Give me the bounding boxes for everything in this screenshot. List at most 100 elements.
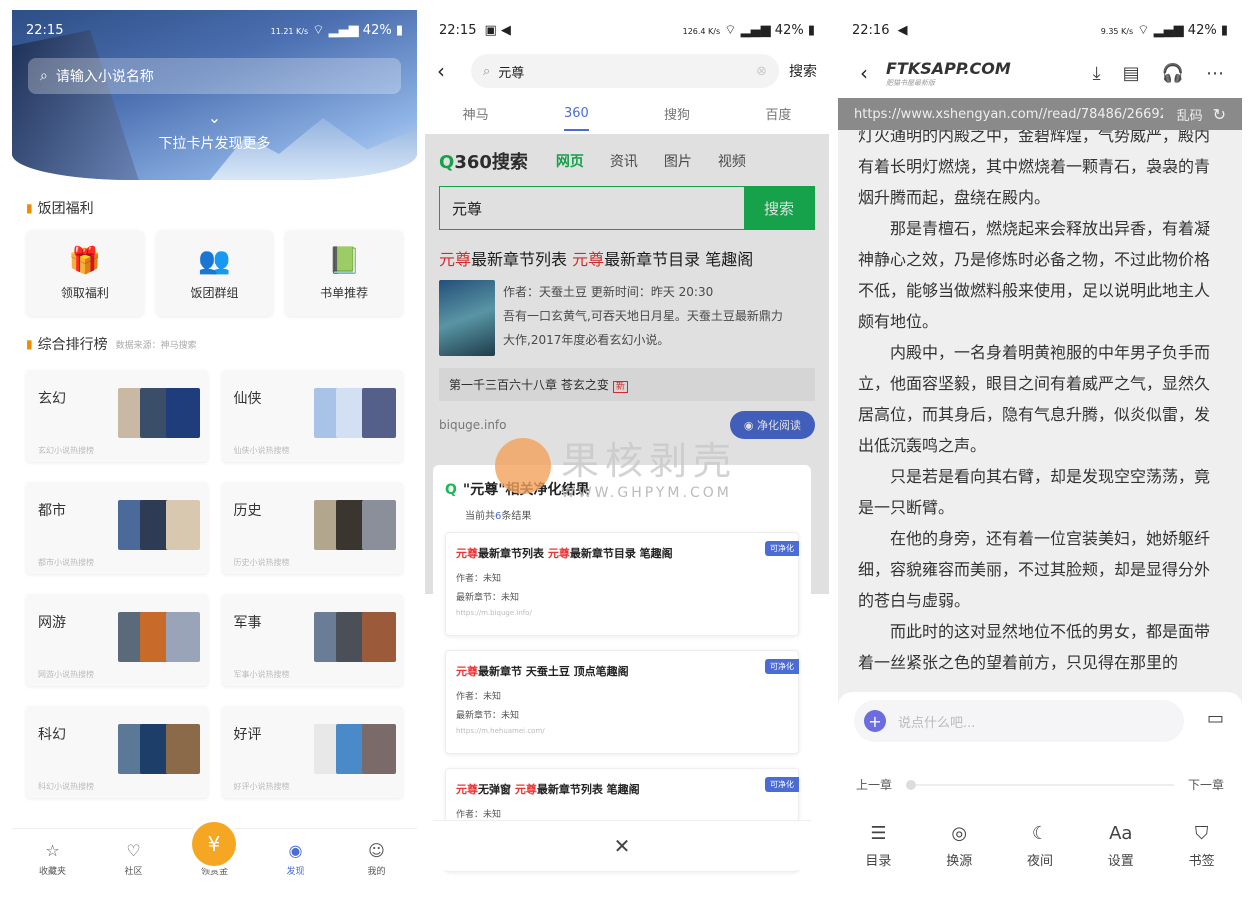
- card-url: https://m.biquge.info/: [456, 609, 532, 617]
- ranking-source: 数据来源：神马搜索: [115, 340, 197, 351]
- chapter-progress-slider[interactable]: [906, 779, 1174, 790]
- chapter-text: 灯火通明的内殿之中，金碧辉煌，气势威严，殿内有着长明灯燃烧，其中燃烧着一颗青石，…: [838, 130, 1242, 710]
- ranking-name: 科幻: [38, 727, 66, 743]
- more-icon[interactable]: ⋯: [1206, 63, 1224, 84]
- toc-button[interactable]: ☰ 目录: [838, 823, 919, 869]
- bookmark-button[interactable]: ⛉ 书签: [1161, 823, 1242, 869]
- search-field[interactable]: ⌕ 元尊 ⊗: [471, 54, 779, 88]
- ranking-card-junshi[interactable]: 军事 军事小说热搜榜: [221, 594, 403, 686]
- next-chapter-button[interactable]: 下一章: [1188, 776, 1224, 793]
- status-speed: 11.21 K/s: [270, 27, 309, 36]
- hero-banner[interactable]: 22:15 11.21 K/s ⌔ ▂▄▆ 42% ▮ ⌕ 请输入小说名称 ⌄ …: [12, 10, 417, 180]
- comment-placeholder: 说点什么吧...: [898, 715, 976, 731]
- paragraph: 只是若是看向其右臂，却是发现空空荡荡，竟是一只断臂。: [858, 467, 1211, 517]
- ranking-name: 玄幻: [38, 391, 66, 407]
- ranking-name: 历史: [233, 503, 262, 519]
- ranking-sub: 科幻小说热搜榜: [38, 782, 94, 791]
- search-button[interactable]: 搜索: [789, 61, 817, 81]
- bookmark-icon: ⛉: [1194, 823, 1209, 844]
- result-source: biquge.info: [439, 418, 507, 432]
- tab-community[interactable]: ♡ 社区: [93, 829, 174, 888]
- ranking-sub: 历史小说热搜榜: [233, 558, 290, 567]
- ranking-card-wangyou[interactable]: 网游 网游小说热搜榜: [26, 594, 208, 686]
- tab-baidu[interactable]: 百度: [765, 104, 791, 123]
- status-time: 22:15: [26, 22, 64, 38]
- tab-favorites[interactable]: ☆ 收藏夹: [12, 829, 93, 888]
- chevron-down-icon[interactable]: ⌄: [12, 108, 417, 127]
- group-button[interactable]: 👥 饭团群组: [155, 230, 274, 316]
- search-result[interactable]: 元尊最新章节列表 元尊最新章节目录 笔趣阁 作者：天蚕土豆 更新时间：昨天 20…: [425, 230, 829, 439]
- headphones-icon[interactable]: 🎧: [1162, 63, 1184, 84]
- paragraph: 在他的身旁，还有着一位宫装美妇，她娇躯纤细，容貌雍容而美丽，不过其脸颊，却是显得…: [858, 529, 1211, 610]
- sliders-icon: ☰: [870, 823, 887, 844]
- result-title[interactable]: 元尊最新章节列表 元尊最新章节目录 笔趣阁: [439, 246, 815, 270]
- purify-card[interactable]: 元尊最新章节列表 元尊最新章节目录 笔趣阁 作者：未知 最新章节：未知 http…: [445, 532, 799, 636]
- latest-chapter-link[interactable]: 第一千三百六十八章 苍玄之变新: [439, 368, 815, 401]
- s360-search-input[interactable]: 元尊: [440, 187, 744, 229]
- book-cover: [166, 612, 200, 662]
- garbled-button[interactable]: 乱码: [1177, 105, 1203, 124]
- download-icon[interactable]: ⤓: [1093, 63, 1101, 84]
- star-folder-icon: ☆: [45, 840, 60, 860]
- close-icon[interactable]: ✕: [433, 820, 811, 870]
- card-author: 作者：未知: [456, 810, 502, 820]
- reader-bottom-panel: + 说点什么吧... ▭ 上一章 下一章 ☰ 目录 ◎ 换源 ☾ 夜间 Aa 设置 ⛉ 书…: [838, 692, 1242, 888]
- booklist-button[interactable]: 📗 书单推荐: [285, 230, 404, 316]
- purify-read-button[interactable]: ◉ 净化阅读: [729, 411, 815, 439]
- status-time: 22:15: [439, 22, 477, 38]
- yuan-coin-icon[interactable]: ¥: [192, 822, 236, 866]
- source-url[interactable]: https://www.xshengyan.com//read/78486/26…: [854, 107, 1163, 122]
- heart-icon: ♡: [126, 840, 141, 860]
- s360-search-button[interactable]: 搜索: [744, 187, 814, 229]
- back-arrow-icon[interactable]: ‹: [860, 61, 868, 85]
- book-toc-icon[interactable]: ▤: [1123, 63, 1140, 84]
- refresh-icon[interactable]: ↻: [1213, 105, 1226, 124]
- status-bar: 22:15 11.21 K/s ⌔ ▂▄▆ 42% ▮: [26, 22, 403, 39]
- tab-label: 我的: [367, 866, 386, 877]
- ranking-card-haoping[interactable]: 好评 好评小说热搜榜: [221, 706, 403, 798]
- claim-welfare-label: 领取福利: [60, 285, 109, 300]
- status-battery: 42%: [774, 23, 804, 38]
- hero-hint: 下拉卡片发现更多: [158, 136, 271, 152]
- result-desc: 吾有一口玄黄气,可吞天地日月星。天蚕土豆最新鼎力: [503, 309, 783, 323]
- ranking-card-dushi[interactable]: 都市 都市小说热搜榜: [26, 482, 208, 574]
- ranking-title: 综合排行榜: [37, 337, 108, 353]
- ranking-name: 仙侠: [233, 391, 262, 407]
- tab-discover[interactable]: ◉ 发现: [255, 829, 336, 888]
- back-arrow-icon[interactable]: ‹: [437, 59, 461, 83]
- target-icon: ◎: [951, 823, 968, 844]
- tab-mine[interactable]: ☺ 我的: [336, 829, 417, 888]
- search-icon: ⌕: [483, 63, 491, 79]
- book-cover: [166, 388, 200, 438]
- tab-sogou[interactable]: 搜狗: [664, 104, 690, 123]
- ranking-card-lishi[interactable]: 历史 历史小说热搜榜: [221, 482, 403, 574]
- comment-icon[interactable]: ▭: [1207, 708, 1224, 729]
- ranking-card-xuanhuan[interactable]: 玄幻 玄幻小说热搜榜: [26, 370, 208, 462]
- night-mode-button[interactable]: ☾ 夜间: [1000, 823, 1081, 869]
- s360-nav-images[interactable]: 图片: [664, 151, 692, 171]
- comment-input[interactable]: + 说点什么吧...: [854, 700, 1184, 742]
- tab-360[interactable]: 360: [563, 106, 589, 131]
- slider-handle[interactable]: [906, 779, 917, 790]
- status-battery: 42%: [1187, 23, 1217, 38]
- book-cover: [361, 612, 396, 662]
- card-url: https://m.hehuamei.com/: [456, 727, 545, 735]
- switch-source-button[interactable]: ◎ 换源: [919, 823, 1000, 869]
- novel-search-input[interactable]: ⌕ 请输入小说名称: [28, 58, 401, 94]
- tab-label: 社区: [124, 866, 143, 877]
- settings-button[interactable]: Aa 设置: [1080, 823, 1161, 869]
- clear-icon[interactable]: ⊗: [756, 64, 767, 79]
- source-url-bar: https://www.xshengyan.com//read/78486/26…: [838, 98, 1242, 130]
- tab-shenma[interactable]: 神马: [463, 104, 489, 123]
- claim-welfare-button[interactable]: 🎁 领取福利: [26, 230, 144, 316]
- welfare-title: 饭团福利: [37, 201, 94, 217]
- s360-logo: Q360搜索: [439, 152, 528, 173]
- ranking-card-xianxia[interactable]: 仙侠 仙侠小说热搜榜: [221, 370, 403, 462]
- ranking-card-kehuan[interactable]: 科幻 科幻小说热搜榜: [26, 706, 208, 798]
- purify-card[interactable]: 元尊最新章节 天蚕土豆 顶点笔趣阁 作者：未知 最新章节：未知 https://…: [445, 650, 799, 754]
- s360-nav-web[interactable]: 网页: [556, 151, 584, 171]
- s360-nav-news[interactable]: 资讯: [610, 151, 638, 171]
- s360-nav-video[interactable]: 视频: [718, 151, 746, 171]
- paragraph: 而此时的这对显然地位不低的男女，都是面带着一丝紧张之色的望着前方，只见得在那里的: [858, 622, 1211, 672]
- prev-chapter-button[interactable]: 上一章: [856, 776, 892, 793]
